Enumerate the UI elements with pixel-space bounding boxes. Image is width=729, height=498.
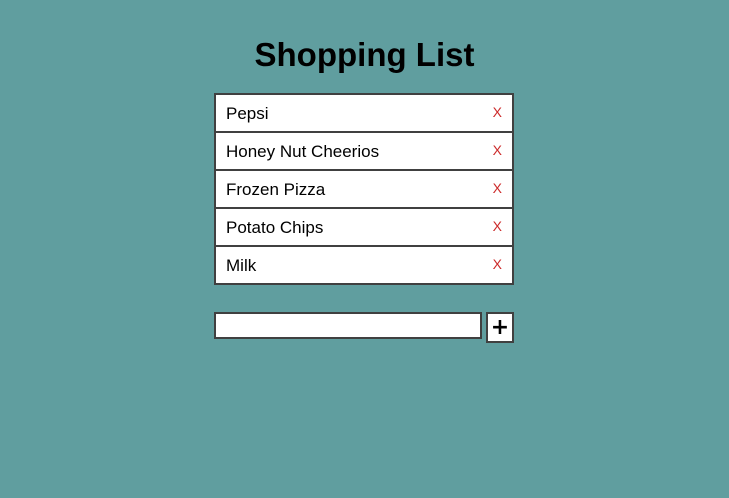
item-label: Honey Nut Cheerios [226,142,380,161]
list-item: Potato Chips X [214,207,514,247]
remove-item-button[interactable]: X [493,95,502,129]
remove-item-button[interactable]: X [493,209,502,243]
list-item: Frozen Pizza X [214,169,514,209]
list-item: Honey Nut Cheerios X [214,131,514,171]
item-label: Milk [226,256,257,275]
shopping-list: Pepsi X Honey Nut Cheerios X Frozen Pizz… [214,93,514,285]
item-label: Frozen Pizza [226,180,326,199]
list-item: Milk X [214,245,514,285]
remove-item-button[interactable]: X [493,171,502,205]
page-title: Shopping List [254,36,475,73]
remove-item-button[interactable]: X [493,247,502,281]
add-item-button[interactable]: + [486,312,514,343]
new-item-input[interactable] [214,312,482,339]
item-label: Potato Chips [226,218,324,237]
list-item: Pepsi X [214,93,514,133]
remove-item-button[interactable]: X [493,133,502,167]
item-label: Pepsi [226,104,269,123]
